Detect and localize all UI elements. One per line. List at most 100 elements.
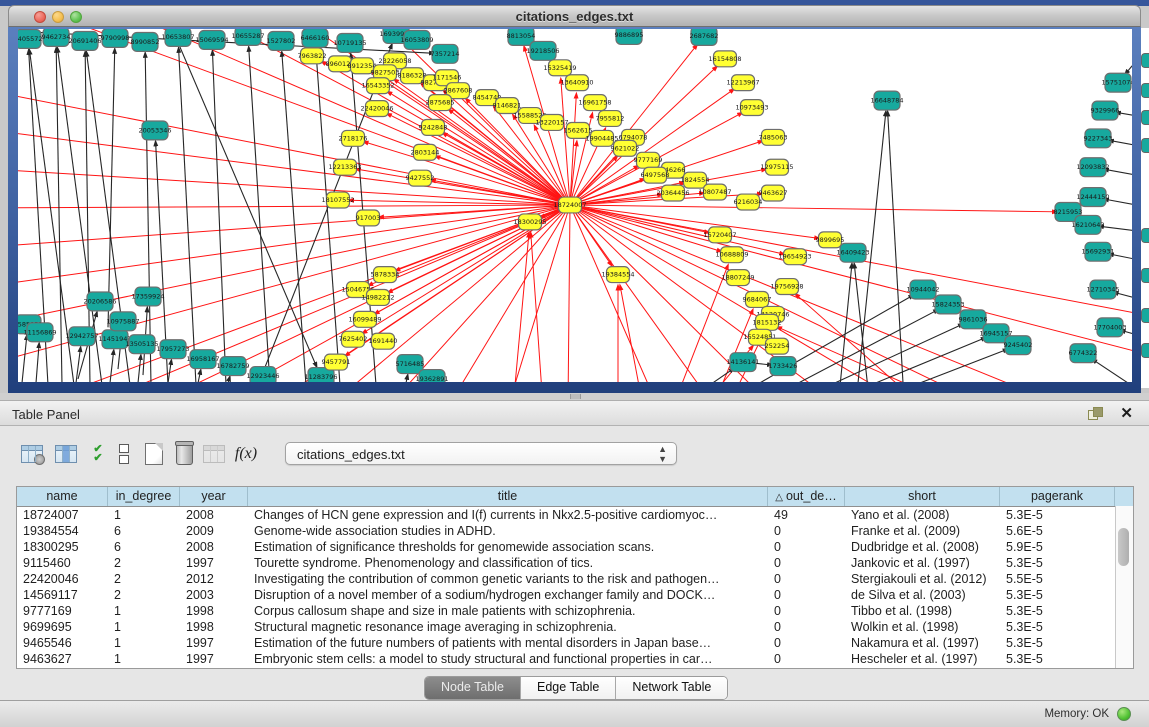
table-cell[interactable]: 0 <box>768 523 845 539</box>
table-cell[interactable]: Wolkin et al. (1998) <box>845 619 1000 635</box>
table-cell[interactable]: 1997 <box>180 635 248 651</box>
table-cell[interactable]: 18300295 <box>17 539 108 555</box>
table-cell[interactable]: 2009 <box>180 523 248 539</box>
table-row[interactable]: 1938455462009Genome-wide association stu… <box>17 523 1133 539</box>
new-table-icon[interactable] <box>140 440 168 468</box>
function-builder-icon[interactable]: f(x) <box>232 440 260 468</box>
graph-edge[interactable] <box>22 335 27 382</box>
column-header-title[interactable]: title <box>248 487 768 506</box>
column-header-out_de[interactable]: △out_de… <box>768 487 845 506</box>
table-cell[interactable]: Franke et al. (2009) <box>845 523 1000 539</box>
table-cell[interactable]: 0 <box>768 635 845 651</box>
table-cell[interactable]: 5.3E-5 <box>1000 603 1115 619</box>
table-cell[interactable]: 6 <box>108 539 180 555</box>
network-window-titlebar[interactable]: citations_edges.txt <box>8 5 1141 27</box>
close-panel-icon[interactable]: ✕ <box>1120 404 1133 422</box>
table-cell[interactable]: 5.6E-5 <box>1000 523 1115 539</box>
graph-edge[interactable] <box>568 205 570 382</box>
table-cell[interactable]: Yano et al. (2008) <box>845 507 1000 523</box>
graph-edge[interactable] <box>228 377 230 382</box>
graph-edge[interactable] <box>783 324 963 382</box>
table-cell[interactable]: Corpus callosum shape and size in male p… <box>248 603 768 619</box>
vertical-scrollbar[interactable] <box>1115 506 1133 668</box>
table-cell[interactable]: Structural magnetic resonance image aver… <box>248 619 768 635</box>
table-cell[interactable]: Jankovic et al. (1997) <box>845 555 1000 571</box>
table-cell[interactable]: 6 <box>108 523 180 539</box>
graph-edge[interactable] <box>108 49 115 327</box>
table-cell[interactable]: 1997 <box>180 555 248 571</box>
table-cell[interactable]: Estimation of the future numbers of pati… <box>248 635 768 651</box>
table-cell[interactable]: 2008 <box>180 507 248 523</box>
table-cell[interactable]: 0 <box>768 619 845 635</box>
graph-edge[interactable] <box>570 205 1132 357</box>
graph-edge[interactable] <box>838 264 852 382</box>
table-cell[interactable]: 49 <box>768 507 845 523</box>
table-cell[interactable]: 2008 <box>180 539 248 555</box>
graph-edge[interactable] <box>168 29 317 367</box>
table-row[interactable]: 2242004622012Investigating the contribut… <box>17 571 1133 587</box>
table-cell[interactable]: 0 <box>768 571 845 587</box>
column-header-year[interactable]: year <box>180 487 248 506</box>
graph-edge[interactable] <box>858 349 1008 382</box>
table-cell[interactable]: Nakamura et al. (1997) <box>845 635 1000 651</box>
column-header-short[interactable]: short <box>845 487 1000 506</box>
table-cell[interactable]: 1 <box>108 603 180 619</box>
graph-edge[interactable] <box>56 48 62 382</box>
table-cell[interactable]: 2 <box>108 555 180 571</box>
graph-edge[interactable] <box>138 355 141 382</box>
table-cell[interactable]: Stergiakouli et al. (2012) <box>845 571 1000 587</box>
table-settings-icon[interactable] <box>18 440 46 468</box>
table-cell[interactable]: Investigating the contribution of common… <box>248 571 768 587</box>
graph-edge[interactable] <box>1125 59 1132 74</box>
graph-edge[interactable] <box>777 327 958 382</box>
table-cell[interactable]: 0 <box>768 587 845 603</box>
table-cell[interactable]: 5.3E-5 <box>1000 555 1115 571</box>
table-cell[interactable]: 1 <box>108 635 180 651</box>
table-cell[interactable]: 5.9E-5 <box>1000 539 1115 555</box>
table-cell[interactable]: 5.5E-5 <box>1000 571 1115 587</box>
graph-edge[interactable] <box>316 49 340 382</box>
table-row[interactable]: 1830029562008Estimation of significance … <box>17 539 1133 555</box>
graph-edge[interactable] <box>448 205 570 382</box>
table-cell[interactable]: 1998 <box>180 603 248 619</box>
table-cell[interactable]: Tibbo et al. (1998) <box>845 603 1000 619</box>
unselect-all-icon[interactable] <box>110 440 138 468</box>
table-cell[interactable]: 5.3E-5 <box>1000 651 1115 667</box>
table-cell[interactable]: 5.3E-5 <box>1000 507 1115 523</box>
table-cell[interactable]: 1 <box>108 651 180 667</box>
table-cell[interactable]: 22420046 <box>17 571 108 587</box>
table-row[interactable]: 911546021997Tourette syndrome. Phenomeno… <box>17 555 1133 571</box>
graph-edge[interactable] <box>179 48 196 382</box>
table-cell[interactable]: Hescheler et al. (1997) <box>845 651 1000 667</box>
memory-status-indicator[interactable] <box>1117 707 1131 721</box>
network-graph[interactable]: 2405572946273420691406979099889908521065… <box>18 29 1132 382</box>
table-cell[interactable]: 5.3E-5 <box>1000 635 1115 651</box>
table-cell[interactable]: de Silva et al. (2003) <box>845 587 1000 603</box>
column-header-in_degree[interactable]: in_degree <box>108 487 180 506</box>
divider-grip-icon[interactable] <box>570 394 581 399</box>
graph-edge[interactable] <box>110 350 114 382</box>
table-row[interactable]: 969969511998Structural magnetic resonanc… <box>17 619 1133 635</box>
table-cell[interactable]: 2012 <box>180 571 248 587</box>
column-header-name[interactable]: name <box>17 487 108 506</box>
table-cell[interactable]: Dudbridge et al. (2008) <box>845 539 1000 555</box>
split-pane-divider[interactable] <box>0 393 1149 400</box>
table-cell[interactable]: Disruption of a novel member of a sodium… <box>248 587 768 603</box>
graph-edge[interactable] <box>561 79 570 205</box>
graph-edge[interactable] <box>18 205 570 208</box>
graph-edge[interactable] <box>531 233 543 382</box>
graph-edge[interactable] <box>620 285 643 382</box>
delete-table-icon[interactable] <box>170 440 198 468</box>
table-row[interactable]: 977716911998Corpus callosum shape and si… <box>17 603 1133 619</box>
table-cell[interactable]: 0 <box>768 539 845 555</box>
table-cell[interactable]: 9463627 <box>17 651 108 667</box>
tab-node-table[interactable]: Node Table <box>425 677 521 699</box>
table-cell[interactable]: 2 <box>108 587 180 603</box>
table-cell[interactable]: 5.3E-5 <box>1000 619 1115 635</box>
table-cell[interactable]: 1997 <box>180 651 248 667</box>
table-cell[interactable]: 9115460 <box>17 555 108 571</box>
table-cell[interactable]: Genome-wide association studies in ADHD. <box>248 523 768 539</box>
scrollbar-thumb[interactable] <box>1118 528 1129 566</box>
graph-edge[interactable] <box>18 168 570 205</box>
table-cell[interactable]: 9699695 <box>17 619 108 635</box>
